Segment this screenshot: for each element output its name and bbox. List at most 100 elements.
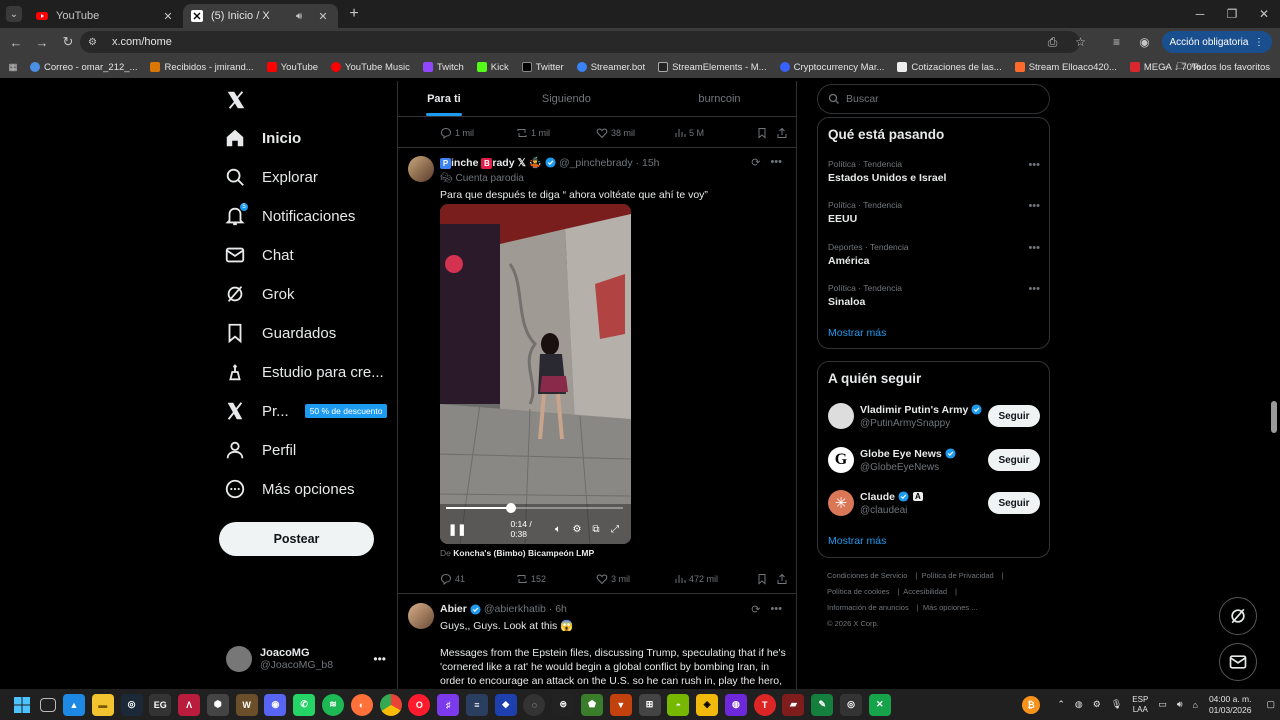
more-icon[interactable]: ••• [373,652,386,666]
close-window-icon[interactable]: ✕ [1248,0,1280,28]
more-icon[interactable]: ••• [770,603,782,616]
reload-icon[interactable]: ↻ [56,30,80,54]
trend-item[interactable]: Política · Tendencia EEUU ••• [828,200,1040,225]
tweet-author-name[interactable]: Pinche Brady 𝕏 🤹 [440,156,542,169]
app-obs-icon[interactable]: ⊜ [552,693,575,716]
tab-for-you[interactable]: Para ti [398,81,490,116]
video-player[interactable]: ❚❚ 0:14 / 0:38 🔈︎ ⚙ ⧉ ⤢ [440,204,631,544]
app-audio-icon[interactable]: ≡ [465,693,488,716]
restore-icon[interactable]: ❐ [1216,0,1248,28]
app-green-icon[interactable]: ✎ [811,693,834,716]
nav-item-notifications[interactable]: 5 Notificaciones [218,200,355,232]
volume-icon[interactable]: 🔊︎ [1177,699,1183,710]
app-diamond-icon[interactable]: ◆ [494,693,517,716]
more-icon[interactable]: ••• [1028,200,1040,212]
bookmark-item[interactable]: Correo - omar_212_... [30,62,137,73]
action-required-button[interactable]: Acción obligatoria ⋮ [1161,31,1272,53]
footer-link[interactable]: Más opciones ... [923,603,978,612]
share-button[interactable] [776,127,788,139]
app-a-icon[interactable]: Λ [178,693,201,716]
video-progress-bar[interactable] [446,503,623,513]
more-icon[interactable]: ••• [1028,283,1040,295]
whatsapp-icon[interactable]: ✆ [293,693,316,716]
display-icon[interactable]: ▭ [1158,699,1167,710]
bookmark-item[interactable]: Stream Elloaco420... [1014,62,1117,73]
url-input[interactable]: ⚙ x.com/home [80,31,1080,53]
tweet-author-name[interactable]: Abier [440,603,467,615]
bookmark-item[interactable]: Streamer.bot [576,62,645,73]
tweet-handle-time[interactable]: @_pinchebrady · 15h [559,157,660,169]
app-t-icon[interactable]: T [753,693,776,716]
nav-item-home[interactable]: Inicio [218,122,301,154]
footer-link[interactable]: Política de Privacidad [922,571,994,580]
pip-icon[interactable]: ⧉ [588,524,604,535]
nav-item-grok[interactable]: Grok [218,278,295,310]
video-source[interactable]: De Koncha's (Bimbo) Bicampeón LMP [440,548,594,558]
opera-icon[interactable]: O [408,693,431,716]
tweet-handle-time[interactable]: @abierkhatib · 6h [484,603,567,615]
fullscreen-icon[interactable]: ⤢ [607,524,623,535]
bookmark-star-icon[interactable]: ☆ [1070,31,1092,53]
show-more-link[interactable]: Mostrar más [828,327,886,339]
more-icon[interactable]: ••• [1028,242,1040,254]
bookmark-button[interactable] [756,573,776,585]
close-tab-icon[interactable]: ✕ [316,10,330,23]
nav-item-creator-studio[interactable]: Estudio para cre... [218,356,384,388]
all-bookmarks-button[interactable]: 🗀 Todos los favoritos [1177,56,1270,78]
tray-app-icon[interactable]: ◍ [1075,699,1083,710]
views-button[interactable]: 5 M [674,127,756,139]
network-icon[interactable]: ⌂ [1193,700,1198,710]
windows-start-icon[interactable] [11,694,33,716]
microphone-icon[interactable]: 🎙︎ [1111,699,1122,710]
chevron-right-icon[interactable]: » [1163,56,1168,78]
bookmark-item[interactable]: StreamElements - M... [658,62,767,73]
app-shield-icon[interactable]: ⬟ [581,693,604,716]
speaker-icon[interactable]: 🔊︎ [296,11,310,22]
grok-icon[interactable]: ⟳ [751,156,760,169]
settings-icon[interactable]: ⚙ [569,524,585,535]
spotify-icon[interactable]: ≋ [321,693,344,716]
app-fl-icon[interactable]: ♯ [437,693,460,716]
notifications-icon[interactable]: ▢ [1266,699,1275,710]
nav-item-explore[interactable]: Explorar [218,161,318,193]
binance-icon[interactable]: ◈ [696,693,719,716]
chrome-icon[interactable] [379,693,402,716]
tweet[interactable]: Pinche Brady 𝕏 🤹 @_pinchebrady · 15h ⟳ •… [398,156,796,593]
discord-icon[interactable]: ◉ [264,693,287,716]
chevron-up-icon[interactable]: ⌃ [1057,699,1065,710]
nav-item-bookmarks[interactable]: Guardados [218,317,336,349]
bitcoin-icon[interactable]: ₿ [1021,695,1040,714]
trend-item[interactable]: Política · Tendencia Sinaloa ••• [828,283,1040,308]
show-more-link[interactable]: Mostrar más [828,535,886,547]
bookmark-item[interactable]: YouTube Music [331,62,410,73]
bookmark-item[interactable]: YouTube [266,62,318,73]
messages-fab-button[interactable] [1219,643,1257,681]
follow-suggestion[interactable]: Vladimir Putin's Army @PutinArmySnappy S… [828,400,1040,432]
nav-item-chat[interactable]: Chat [218,239,294,271]
footer-link[interactable]: Condiciones de Servicio [827,571,907,580]
nvidia-icon[interactable]: ◓ [667,693,690,716]
app-ring-icon[interactable]: ◎ [840,693,863,716]
profile-icon[interactable]: ◉ [1134,31,1156,53]
back-icon[interactable]: ← [4,30,28,54]
pause-icon[interactable]: ❚❚ [448,523,466,536]
widgets-icon[interactable]: ▲ [62,693,85,716]
repost-button[interactable]: 1 mil [516,127,596,139]
reply-button[interactable]: 1 mil [440,127,516,139]
bookmark-item[interactable]: Twitter [521,62,564,73]
grok-icon[interactable]: ⟳ [751,603,760,616]
x-logo-icon[interactable] [225,89,247,111]
follow-suggestion[interactable]: G Globe Eye News @GlobeEyeNews Seguir [828,444,1040,476]
reply-button[interactable]: 41 [440,573,516,585]
bookmark-item[interactable]: Kick [476,62,509,73]
task-view-icon[interactable] [40,697,57,712]
share-button[interactable] [776,573,788,585]
app-hex-icon[interactable]: ⬢ [206,693,229,716]
tab-youtube[interactable]: YouTube ✕ [28,4,183,28]
page-scrollbar[interactable] [1271,401,1277,433]
nav-item-profile[interactable]: Perfil [218,434,296,466]
more-icon[interactable]: ••• [1028,159,1040,171]
minimize-icon[interactable]: ─ [1184,0,1216,28]
tab-burncoin[interactable]: burncoin [643,81,796,116]
bookmark-item[interactable]: Cotizaciones de las... [897,62,1002,73]
